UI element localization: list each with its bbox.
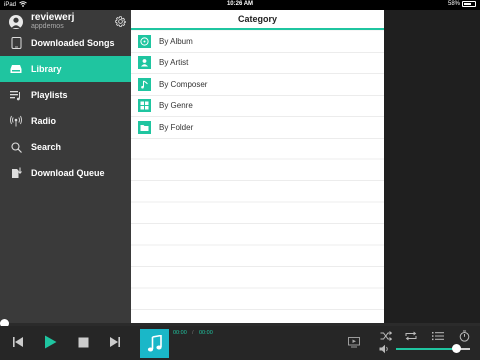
sidebar-item-label: Playlists [31,90,68,100]
battery-icon [462,1,476,7]
status-time: 10:26 AM [226,1,254,7]
next-button[interactable] [107,334,123,350]
category-label: By Genre [159,101,193,111]
category-label: By Composer [159,79,208,89]
volume-icon [378,343,390,355]
category-item-genre[interactable]: By Genre [131,95,384,117]
category-label: By Album [159,36,193,46]
download-queue-icon [10,167,22,179]
previous-button[interactable] [10,334,26,350]
album-icon [138,34,151,48]
genre-icon [138,99,151,113]
player-bar [0,326,480,360]
album-art-music-note-icon[interactable] [140,329,169,358]
time-separator: / [192,330,194,336]
username: reviewerj [31,12,75,23]
sidebar: reviewerj appdemos Downloaded Songs Libr… [0,10,131,324]
page-title: Category [237,14,277,24]
settings-gear-icon[interactable] [114,15,127,28]
timer-icon[interactable] [458,330,470,342]
account-subtitle: appdemos [31,23,64,30]
artist-icon [138,56,151,70]
playlist-icon [10,89,22,101]
sidebar-item-label: Library [31,64,62,74]
category-label: By Artist [159,58,189,68]
stop-button[interactable] [75,334,91,350]
sidebar-item-radio[interactable]: Radio [0,108,131,134]
shuffle-icon[interactable] [380,330,392,342]
panel-header: Category [131,10,384,30]
category-item-composer[interactable]: By Composer [131,74,384,96]
folder-icon [138,120,151,134]
drive-icon [10,63,22,75]
detail-pane [384,10,480,324]
category-item-album[interactable]: By Album [131,31,384,53]
sidebar-item-search[interactable]: Search [0,134,131,160]
tablet-icon [10,37,22,49]
search-icon [10,141,22,153]
airplay-screen-icon[interactable] [348,336,360,348]
total-duration: 00:00 [199,330,213,336]
composer-icon [138,77,151,91]
sidebar-item-playlists[interactable]: Playlists [0,82,131,108]
category-panel: Category By Album By Artist By Composer … [131,10,384,324]
sidebar-item-download-queue[interactable]: Download Queue [0,160,131,186]
category-label: By Folder [159,122,194,132]
sidebar-item-label: Download Queue [31,168,105,178]
sidebar-item-library[interactable]: Library [0,56,131,82]
volume-slider-fill [396,348,457,350]
status-bar: iPad 10:26 AM 58% [0,0,480,10]
sidebar-item-label: Downloaded Songs [31,38,115,48]
queue-list-icon[interactable] [432,330,444,342]
radio-icon [10,115,22,127]
avatar-icon[interactable] [9,15,23,29]
category-item-artist[interactable]: By Artist [131,52,384,74]
sidebar-item-label: Search [31,142,62,152]
category-item-folder[interactable]: By Folder [131,117,384,139]
sidebar-item-downloaded-songs[interactable]: Downloaded Songs [0,30,131,56]
sidebar-item-label: Radio [31,116,57,126]
battery-percent: 58% [447,1,460,7]
elapsed-time: 00:00 [173,330,187,336]
repeat-icon[interactable] [405,330,417,342]
play-button[interactable] [42,334,58,350]
